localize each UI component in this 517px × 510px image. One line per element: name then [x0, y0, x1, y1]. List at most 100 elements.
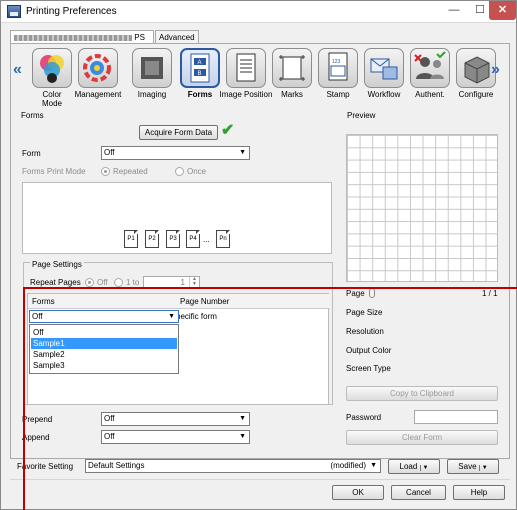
form-select[interactable]: Off ▼: [101, 146, 250, 160]
window-title: Printing Preferences: [26, 6, 117, 17]
load-button-label: Load: [399, 462, 418, 471]
imaging-icon: [132, 48, 172, 88]
spinner-value: 1: [180, 278, 185, 287]
printer-name-blur: [14, 34, 132, 41]
repeat-off-label: Off: [97, 278, 108, 287]
acquire-form-data-button[interactable]: Acquire Form Data: [139, 125, 218, 140]
management-icon: [78, 48, 118, 88]
forms-dropdown-value: Off: [32, 312, 43, 321]
password-label: Password: [346, 413, 382, 422]
once-radio[interactable]: [175, 167, 184, 176]
ribbon-label-configure: Configure: [458, 90, 494, 99]
prepend-label: Prepend: [22, 415, 53, 424]
help-button[interactable]: Help: [453, 485, 505, 500]
dropdown-option-sample1[interactable]: Sample1: [31, 338, 177, 349]
page-icon-p2: P2: [145, 230, 159, 248]
minimize-button[interactable]: —: [441, 1, 467, 20]
success-check-icon: ✔: [221, 122, 235, 139]
ok-button[interactable]: OK: [332, 485, 384, 500]
preview-page-label: Page: [346, 289, 365, 298]
svg-text:B: B: [198, 71, 202, 77]
forms-print-mode-label: Forms Print Mode: [22, 167, 86, 176]
append-select[interactable]: Off ▼: [101, 430, 250, 444]
favorite-setting-label: Favorite Setting: [17, 462, 74, 471]
repeat-off-radio[interactable]: [85, 278, 94, 287]
page-number-cell: pecific form: [176, 312, 217, 321]
authentication-icon: [410, 48, 450, 88]
clear-form-button[interactable]: Clear Form: [346, 430, 498, 445]
load-menu-arrow-icon[interactable]: ▼: [419, 465, 429, 471]
annotation-line-horizontal: [23, 287, 517, 289]
once-label: Once: [187, 167, 207, 176]
chevron-down-icon: ▼: [168, 313, 175, 320]
tab-advanced[interactable]: Advanced: [155, 30, 199, 44]
ribbon-item-management[interactable]: Management: [71, 48, 125, 99]
forms-dropdown[interactable]: Off ▼: [29, 310, 179, 323]
chevron-down-icon: ▼: [370, 462, 377, 469]
ribbon-label-imaging: Imaging: [137, 90, 167, 99]
forms-group-label: Forms: [21, 111, 44, 120]
ribbon-label-management: Management: [74, 90, 122, 99]
screen-type-label: Screen Type: [346, 364, 391, 373]
append-select-value: Off: [104, 432, 115, 441]
page-icon-pn: Pn: [216, 230, 230, 248]
workflow-icon: [364, 48, 404, 88]
col-page-number: Page Number: [180, 297, 230, 306]
page-ellipsis: ...: [203, 235, 210, 244]
preview-label: Preview: [347, 111, 376, 120]
save-button[interactable]: Save ▼: [447, 459, 499, 474]
favorite-setting-select[interactable]: Default Settings (modified) ▼: [85, 459, 381, 473]
ribbon-item-imaging[interactable]: Imaging: [125, 48, 179, 99]
form-label: Form: [22, 149, 41, 158]
repeated-radio[interactable]: [101, 167, 110, 176]
page-icon-p1: P1: [124, 230, 138, 248]
close-button[interactable]: ✕: [489, 1, 516, 20]
chevron-down-icon: ▼: [239, 149, 246, 156]
scroll-left-arrow-icon[interactable]: «: [13, 61, 22, 79]
load-button[interactable]: Load ▼: [388, 459, 440, 474]
printer-app-icon: [7, 5, 21, 18]
append-label: Append: [22, 433, 50, 442]
forms-icon: AB: [180, 48, 220, 88]
page-slider-handle[interactable]: [369, 288, 375, 298]
dropdown-option-off[interactable]: Off: [31, 327, 177, 338]
divider: [10, 479, 510, 480]
preview-page-count: 1 / 1: [482, 289, 498, 298]
title-bar: Printing Preferences — ☐ ✕: [1, 1, 516, 23]
page-icon-p4: P4: [186, 230, 200, 248]
save-menu-arrow-icon[interactable]: ▼: [478, 465, 488, 471]
tab-main-suffix: PS: [134, 33, 145, 42]
chevron-down-icon: ▼: [239, 433, 246, 440]
favorite-modified-status: (modified): [330, 461, 366, 470]
repeat-pages-label: Repeat Pages: [30, 278, 81, 287]
page-icon-p3: P3: [166, 230, 180, 248]
color-mode-icon: [32, 48, 72, 88]
page-settings-label: Page Settings: [30, 260, 84, 269]
dropdown-option-sample3[interactable]: Sample3: [31, 360, 177, 371]
printing-preferences-window: Printing Preferences — ☐ ✕ PS Advanced «…: [0, 0, 517, 510]
annotation-line-vertical: [23, 287, 25, 510]
repeated-label: Repeated: [113, 167, 148, 176]
marks-icon: [272, 48, 312, 88]
forms-table-header: Forms Page Number: [28, 294, 330, 309]
resolution-label: Resolution: [346, 327, 384, 336]
favorite-setting-value: Default Settings: [88, 461, 145, 470]
prepend-select[interactable]: Off ▼: [101, 412, 250, 426]
stamp-icon: 123: [318, 48, 358, 88]
dropdown-option-sample2[interactable]: Sample2: [31, 349, 177, 360]
tab-printer-main[interactable]: PS: [10, 30, 154, 44]
repeat-range-label: 1 to: [126, 278, 140, 287]
prepend-select-value: Off: [104, 414, 115, 423]
page-size-label: Page Size: [346, 308, 383, 317]
image-position-icon: [226, 48, 266, 88]
scroll-right-arrow-icon[interactable]: »: [491, 61, 500, 79]
copy-to-clipboard-button[interactable]: Copy to Clipboard: [346, 386, 498, 401]
svg-text:A: A: [198, 60, 202, 66]
repeat-range-radio[interactable]: [114, 278, 123, 287]
cancel-button[interactable]: Cancel: [391, 485, 446, 500]
svg-text:123: 123: [332, 59, 341, 65]
col-forms: Forms: [32, 297, 55, 306]
configure-icon: [456, 48, 496, 88]
password-field[interactable]: [414, 410, 498, 424]
preview-grid: [346, 134, 498, 282]
